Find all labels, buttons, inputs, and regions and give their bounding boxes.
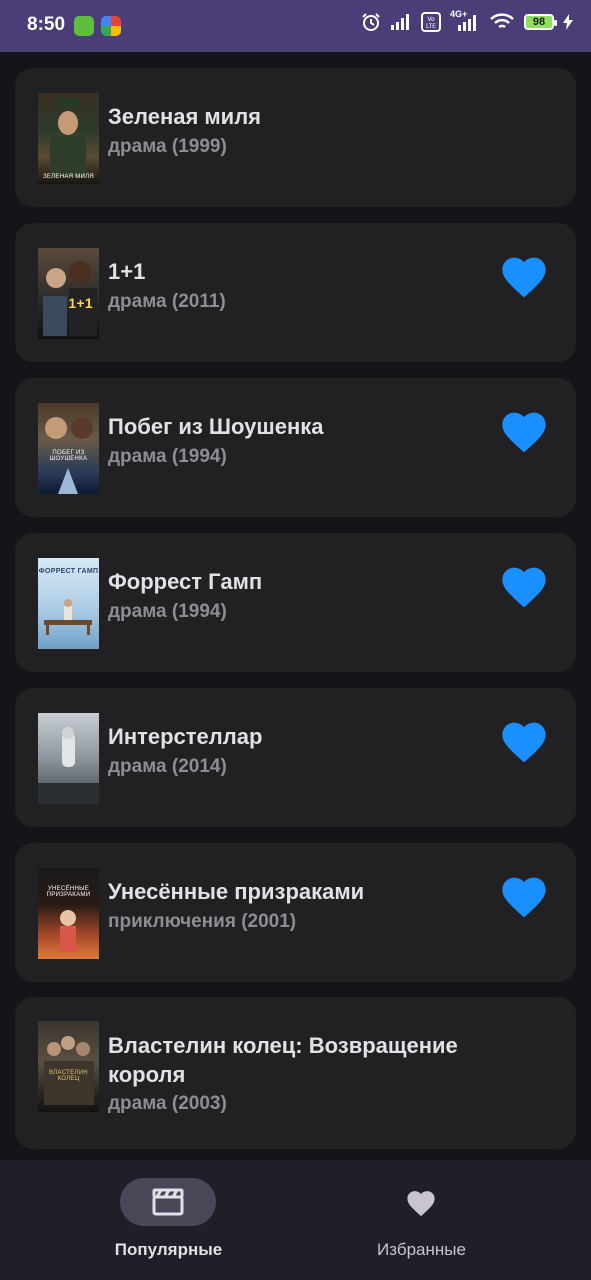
favorite-heart-icon[interactable] bbox=[498, 716, 550, 764]
movie-subtitle: приключения (2001) bbox=[108, 911, 297, 932]
app-notification-icon bbox=[74, 16, 94, 36]
movie-title: Интерстеллар bbox=[108, 724, 263, 749]
movie-card[interactable]: 1+1 1+1 драма (2011) bbox=[15, 223, 576, 362]
signal-icon bbox=[391, 14, 409, 30]
movie-poster: ПОБЕГ ИЗ ШОУШЕНКА bbox=[38, 403, 99, 494]
favorite-heart-icon[interactable] bbox=[498, 251, 550, 299]
bottom-navigation: Популярные Избранные bbox=[0, 1160, 591, 1280]
movie-subtitle: драма (2003) bbox=[108, 1093, 227, 1114]
nav-popular-label: Популярные bbox=[114, 1240, 223, 1259]
nav-popular[interactable]: Популярные bbox=[21, 1160, 316, 1280]
movie-card[interactable]: ВЛАСТЕЛИН КОЛЕЦ Властелин колец: Возвращ… bbox=[15, 997, 576, 1149]
mobile-data-icon: 4G+ bbox=[450, 9, 480, 32]
nav-favorites-label: Избранные bbox=[377, 1240, 466, 1259]
battery-icon: 98 bbox=[524, 14, 557, 30]
heart-icon bbox=[407, 1191, 435, 1217]
movie-card[interactable]: Интерстеллар драма (2014) bbox=[15, 688, 576, 827]
poster-caption: ЗЕЛЕНАЯ МИЛЯ bbox=[42, 174, 95, 180]
poster-caption: УНЕСЁННЫЕ ПРИЗРАКАМИ bbox=[46, 886, 91, 898]
photos-notification-icon bbox=[101, 16, 121, 36]
favorite-heart-icon[interactable] bbox=[498, 561, 550, 609]
movie-card[interactable]: УНЕСЁННЫЕ ПРИЗРАКАМИ Унесённые призракам… bbox=[15, 843, 576, 982]
poster-caption: ФОРРЕСТ ГАМП bbox=[38, 568, 99, 575]
movie-subtitle: драма (2011) bbox=[108, 291, 226, 312]
movie-card[interactable]: ПОБЕГ ИЗ ШОУШЕНКА Побег из Шоушенка драм… bbox=[15, 378, 576, 517]
poster-caption: ВЛАСТЕЛИН КОЛЕЦ bbox=[49, 1070, 88, 1082]
favorite-heart-icon[interactable] bbox=[498, 406, 550, 454]
movie-subtitle: драма (1994) bbox=[108, 601, 227, 622]
movie-subtitle: драма (2014) bbox=[108, 756, 227, 777]
movie-subtitle: драма (1999) bbox=[108, 136, 227, 157]
movie-subtitle: драма (1994) bbox=[108, 446, 227, 467]
movie-title: Форрест Гамп bbox=[108, 569, 263, 594]
charging-icon bbox=[563, 14, 573, 30]
movie-poster: УНЕСЁННЫЕ ПРИЗРАКАМИ bbox=[38, 868, 99, 959]
status-bar: 8:50 Vo LTE 4G+ 98 bbox=[0, 0, 591, 52]
poster-caption: 1+1 bbox=[68, 295, 93, 311]
movie-poster: ФОРРЕСТ ГАМП bbox=[38, 558, 99, 649]
movie-card[interactable]: ФОРРЕСТ ГАМП Форрест Гамп драма (1994) bbox=[15, 533, 576, 672]
movie-clapper-icon bbox=[152, 1188, 184, 1216]
movie-title: Зеленая миля bbox=[108, 104, 262, 129]
status-icons: Vo LTE 4G+ 98 bbox=[361, 9, 573, 32]
wifi-icon bbox=[490, 13, 514, 29]
movie-title: 1+1 bbox=[108, 259, 146, 284]
movie-title: Властелин колец: Возвращение короля bbox=[108, 1033, 458, 1087]
alarm-icon bbox=[362, 13, 380, 31]
movie-poster: 1+1 bbox=[38, 248, 99, 339]
movie-title: Унесённые призраками bbox=[108, 879, 365, 904]
movie-poster: ВЛАСТЕЛИН КОЛЕЦ bbox=[38, 1021, 99, 1112]
volte-icon: VoLTE bbox=[421, 12, 441, 32]
movie-title: Побег из Шоушенка bbox=[108, 414, 324, 439]
poster-caption: ПОБЕГ ИЗ ШОУШЕНКА bbox=[49, 450, 88, 462]
movie-poster bbox=[38, 713, 99, 804]
favorite-heart-icon[interactable] bbox=[498, 871, 550, 919]
status-time: 8:50 bbox=[27, 14, 66, 35]
battery-level: 98 bbox=[532, 16, 546, 28]
svg-text:Vo: Vo bbox=[427, 16, 435, 23]
nav-favorites[interactable]: Избранные bbox=[274, 1160, 569, 1280]
svg-text:LTE: LTE bbox=[426, 23, 436, 30]
movie-poster: ЗЕЛЕНАЯ МИЛЯ bbox=[38, 93, 99, 184]
movie-card[interactable]: ЗЕЛЕНАЯ МИЛЯ Зеленая миля драма (1999) bbox=[15, 68, 576, 207]
